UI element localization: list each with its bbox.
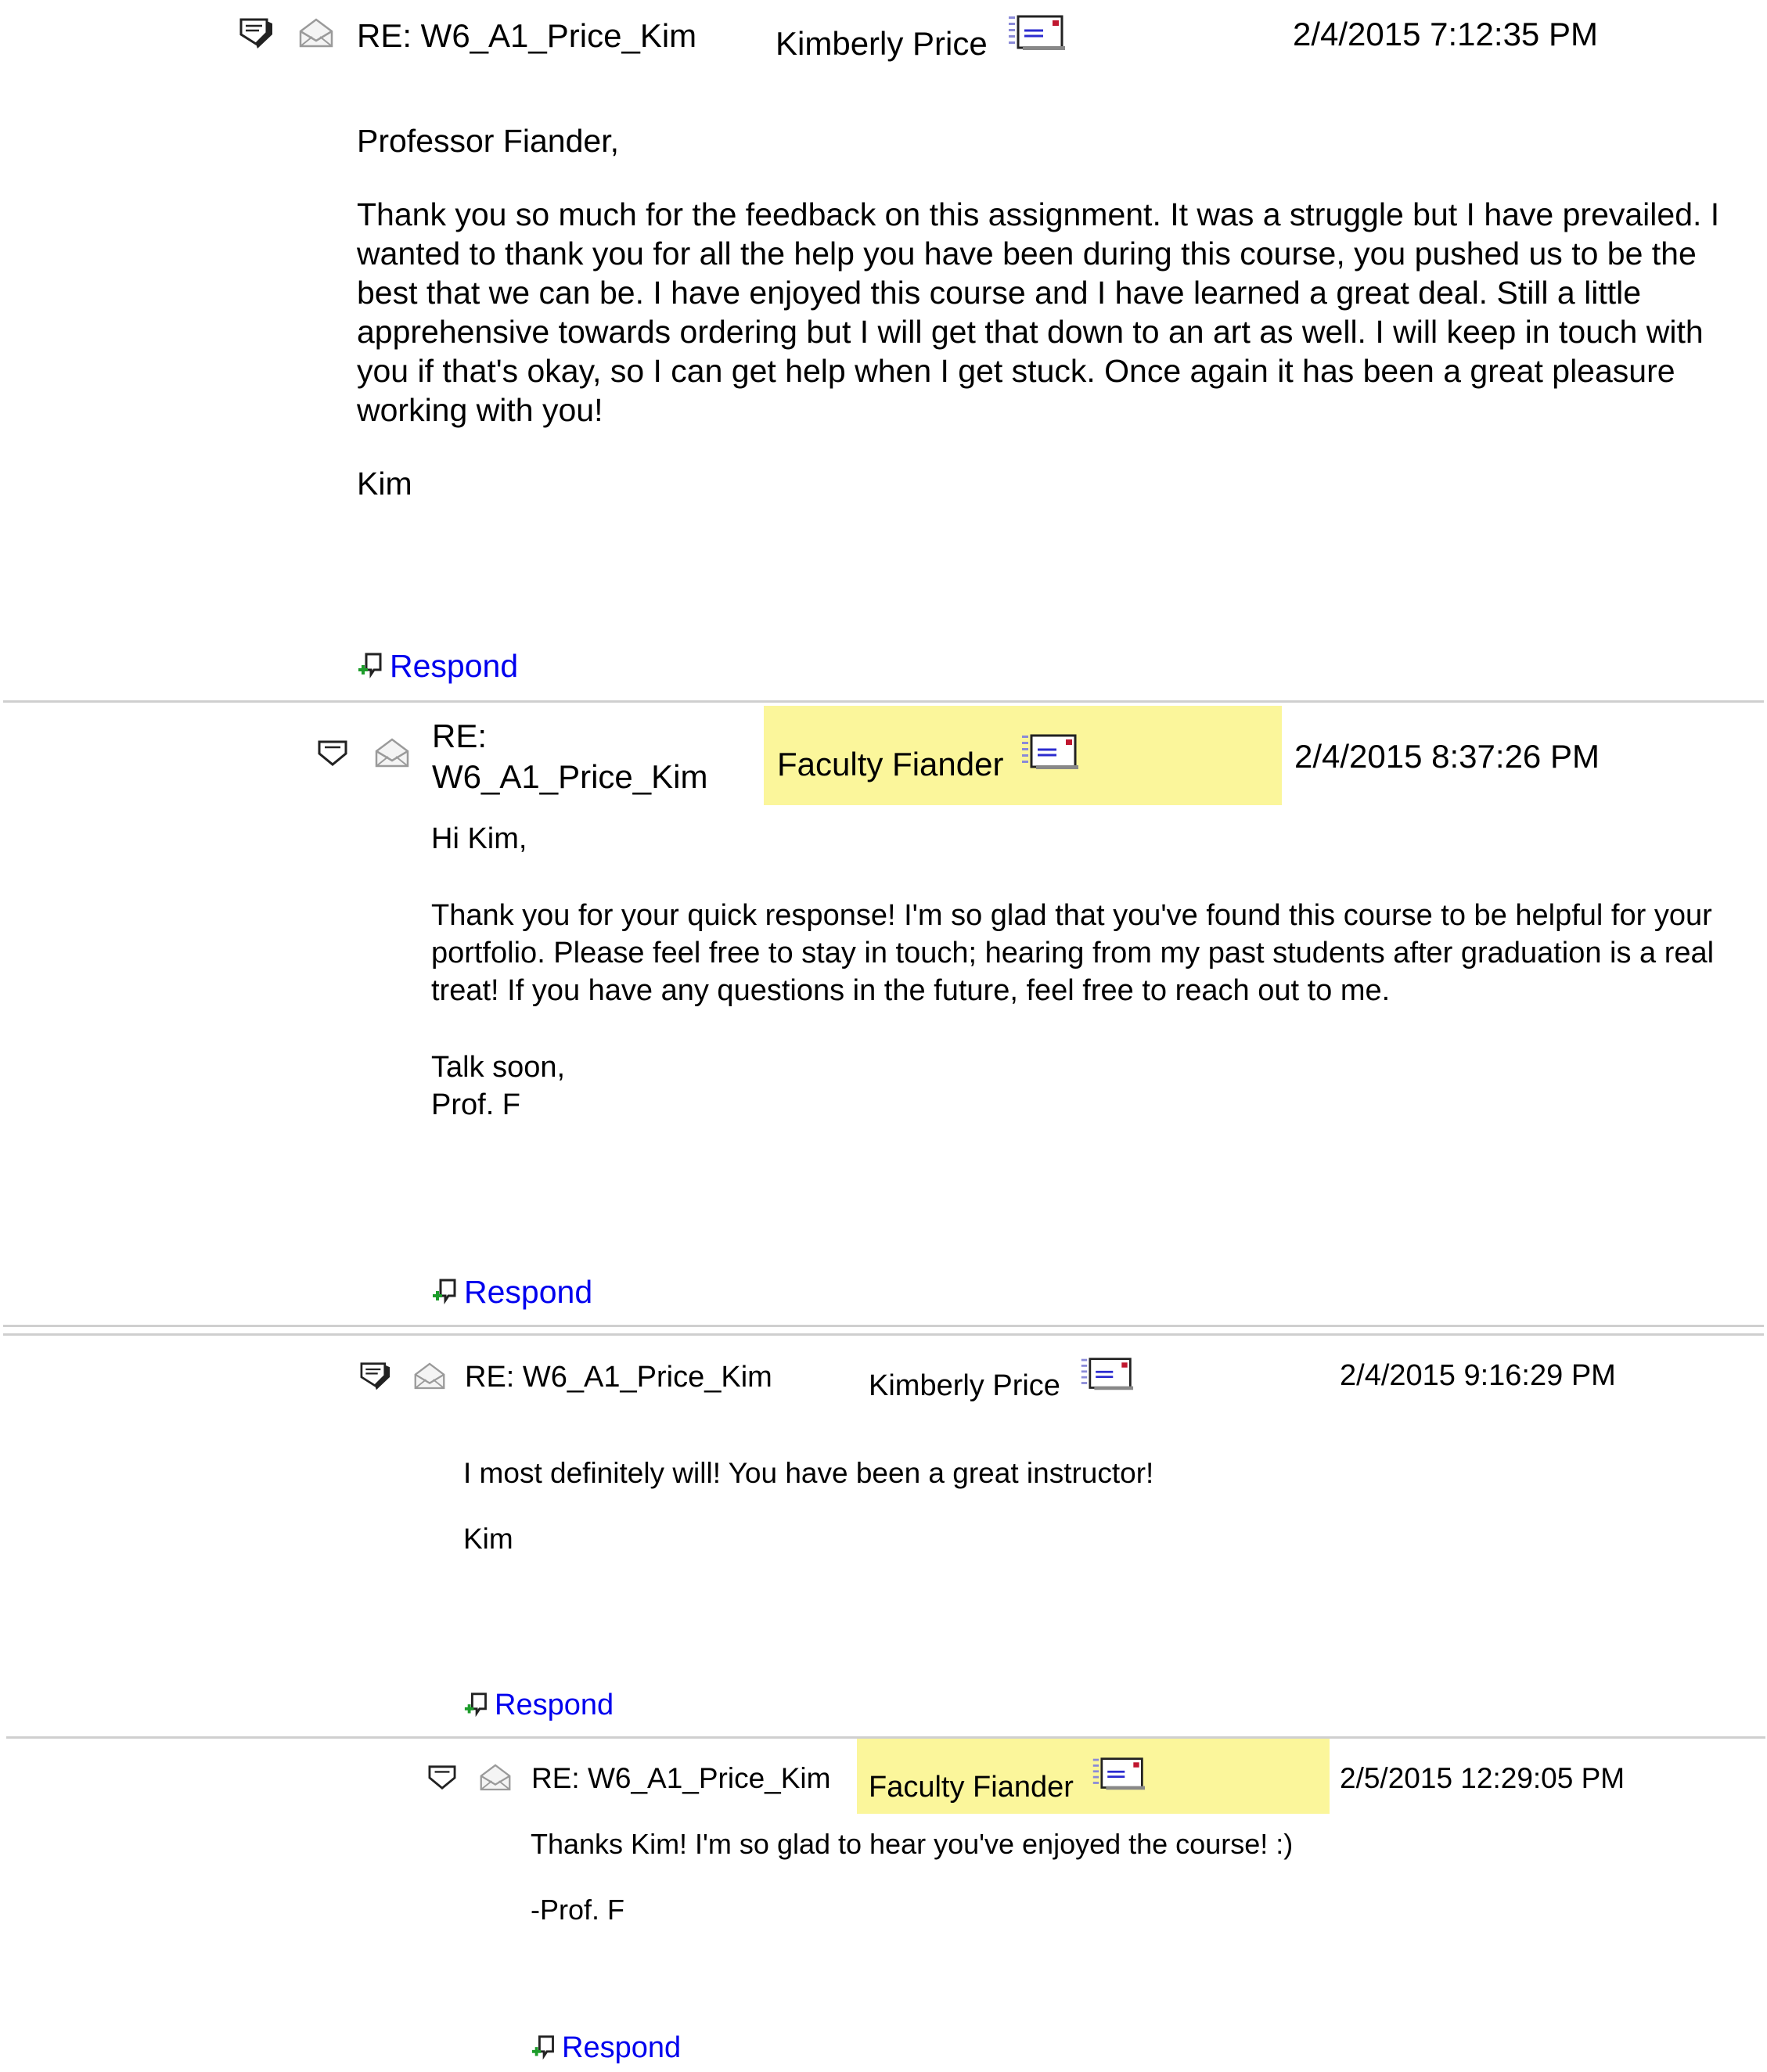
post-subject[interactable]: RE: W6_A1_Price_Kim bbox=[465, 1359, 772, 1397]
body-paragraph: Prof. F bbox=[431, 1088, 521, 1121]
post-subject[interactable]: RE: W6_A1_Price_Kim bbox=[531, 1761, 830, 1797]
body-paragraph: Hi Kim, bbox=[431, 822, 527, 855]
body-paragraph: -Prof. F bbox=[531, 1894, 625, 1926]
respond-add-icon bbox=[358, 653, 382, 678]
send-email-icon[interactable] bbox=[1019, 732, 1080, 775]
collapse-thread-icon[interactable] bbox=[239, 17, 275, 54]
post-date: 2/5/2015 12:29:05 PM bbox=[1340, 1762, 1625, 1794]
read-envelope-icon bbox=[479, 1763, 512, 1796]
respond-add-icon bbox=[433, 1279, 456, 1304]
send-email-icon[interactable] bbox=[1006, 13, 1067, 56]
respond-label[interactable]: Respond bbox=[390, 648, 518, 685]
post-body: Professor Fiander, Thank you so much for… bbox=[357, 121, 1750, 503]
respond-label[interactable]: Respond bbox=[464, 1274, 592, 1311]
send-email-icon[interactable] bbox=[1078, 1356, 1135, 1396]
read-envelope-icon bbox=[374, 737, 410, 772]
body-paragraph: Professor Fiander, bbox=[357, 123, 619, 159]
respond-add-icon bbox=[464, 1692, 487, 1717]
body-paragraph: Kim bbox=[463, 1523, 513, 1555]
post-body: Hi Kim, Thank you for your quick respons… bbox=[431, 820, 1754, 1124]
respond-button[interactable]: Respond bbox=[431, 1274, 592, 1311]
post-author: Faculty Fiander bbox=[777, 746, 1004, 782]
send-email-icon[interactable] bbox=[1090, 1756, 1146, 1796]
post-date: 2/4/2015 8:37:26 PM bbox=[1294, 738, 1600, 775]
post-divider bbox=[3, 700, 1764, 703]
post-author: Kimberly Price bbox=[869, 1369, 1060, 1402]
post-date: 2/4/2015 9:16:29 PM bbox=[1340, 1359, 1616, 1392]
post-author: Faculty Fiander bbox=[869, 1771, 1074, 1804]
collapse-thread-icon[interactable] bbox=[359, 1362, 392, 1395]
respond-button[interactable]: Respond bbox=[357, 648, 518, 685]
discussion-thread: RE: W6_A1_Price_Kim Kimberly Price 2/4/2… bbox=[0, 0, 1767, 2072]
body-paragraph: Thanks Kim! I'm so glad to hear you've e… bbox=[531, 1828, 1294, 1860]
collapse-thread-icon[interactable] bbox=[427, 1764, 457, 1795]
respond-label[interactable]: Respond bbox=[562, 2031, 681, 2065]
read-envelope-icon bbox=[413, 1362, 446, 1394]
post-body: I most definitely will! You have been a … bbox=[463, 1455, 1715, 1557]
post-body: Thanks Kim! I'm so glad to hear you've e… bbox=[531, 1827, 1704, 1927]
respond-add-icon bbox=[531, 2034, 554, 2059]
respond-label[interactable]: Respond bbox=[495, 1689, 614, 1722]
post-subject[interactable]: RE: W6_A1_Price_Kim bbox=[432, 716, 707, 797]
body-paragraph: I most definitely will! You have been a … bbox=[463, 1457, 1154, 1489]
collapse-thread-icon[interactable] bbox=[317, 739, 348, 772]
body-paragraph: Talk soon, bbox=[431, 1051, 566, 1084]
post-divider bbox=[3, 1325, 1764, 1336]
respond-button[interactable]: Respond bbox=[463, 1689, 614, 1722]
post-date: 2/4/2015 7:12:35 PM bbox=[1293, 16, 1598, 52]
body-paragraph: Thank you for your quick response! I'm s… bbox=[431, 899, 1715, 1007]
post-author: Kimberly Price bbox=[776, 25, 988, 62]
respond-button[interactable]: Respond bbox=[531, 2031, 681, 2065]
body-paragraph: Thank you so much for the feedback on th… bbox=[357, 196, 1720, 428]
post-subject[interactable]: RE: W6_A1_Price_Kim bbox=[357, 16, 696, 57]
body-paragraph: Kim bbox=[357, 466, 412, 502]
read-envelope-icon bbox=[298, 17, 334, 52]
